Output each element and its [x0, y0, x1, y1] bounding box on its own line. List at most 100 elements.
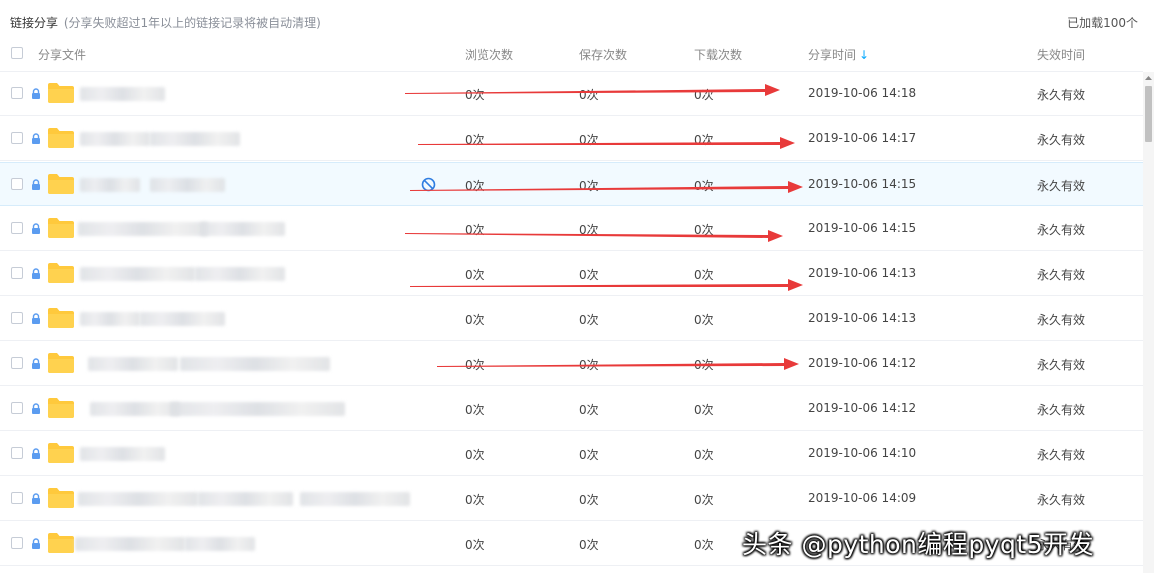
row-checkbox[interactable]: [11, 402, 23, 414]
views-count: 0次: [465, 133, 485, 147]
table-row[interactable]: 0次 0次 0次 2019-10-06 14:13 永久有效: [0, 252, 1143, 296]
views-count: 0次: [465, 538, 485, 552]
share-time: 2019-10-06 14:12: [808, 356, 917, 370]
file-name-redacted[interactable]: [78, 222, 208, 236]
expire-time: 永久有效: [1037, 403, 1086, 417]
downloads-count: 0次: [694, 268, 714, 282]
scroll-up-icon[interactable]: [1143, 72, 1154, 84]
scrollbar-thumb[interactable]: [1145, 86, 1152, 142]
row-checkbox[interactable]: [11, 87, 23, 99]
row-checkbox[interactable]: [11, 178, 23, 190]
page-header: 链接分享 (分享失败超过1年以上的链接记录将被自动清理) 已加载100个: [0, 0, 1154, 40]
saves-count: 0次: [579, 493, 599, 507]
share-time: 2019-10-06 14:15: [808, 177, 917, 191]
saves-count: 0次: [579, 88, 599, 102]
lock-icon: [32, 358, 40, 369]
file-name-redacted[interactable]: [80, 447, 165, 461]
row-checkbox[interactable]: [11, 132, 23, 144]
expire-time: 永久有效: [1037, 223, 1086, 237]
expire-time: 永久有效: [1037, 179, 1086, 193]
row-checkbox[interactable]: [11, 267, 23, 279]
table-row[interactable]: 0次 0次 0次 2019-10-06 14:15 永久有效: [0, 162, 1143, 206]
share-time: 2019-10-06 14:09: [808, 491, 917, 505]
share-time: 2019-10-06 14:13: [808, 311, 917, 325]
file-name-redacted[interactable]: [150, 178, 225, 192]
file-name-redacted[interactable]: [150, 132, 240, 146]
share-time: 2019-10-06 14:17: [808, 131, 917, 145]
page-title: 链接分享 (分享失败超过1年以上的链接记录将被自动清理): [10, 14, 321, 31]
table-row[interactable]: 0次 0次 0次 2019-10-06 14:15 永久有效: [0, 207, 1143, 251]
views-count: 0次: [465, 313, 485, 327]
file-name-redacted[interactable]: [185, 537, 255, 551]
lock-icon: [32, 268, 40, 279]
table-row[interactable]: 0次 0次 0次 2019-10-06 14:18 永久有效: [0, 72, 1143, 116]
views-count: 0次: [465, 448, 485, 462]
lock-icon: [32, 448, 40, 459]
vertical-scrollbar[interactable]: [1143, 72, 1154, 573]
expire-time: 永久有效: [1037, 358, 1086, 372]
file-name-redacted[interactable]: [88, 357, 178, 371]
share-time: 2019-10-06 14:10: [808, 446, 917, 460]
file-name-redacted[interactable]: [300, 492, 410, 506]
file-name-redacted[interactable]: [80, 267, 195, 281]
views-count: 0次: [465, 179, 485, 193]
column-views[interactable]: 浏览次数: [465, 46, 513, 63]
expire-time: 永久有效: [1037, 88, 1086, 102]
column-expire[interactable]: 失效时间: [1037, 46, 1085, 63]
column-saves[interactable]: 保存次数: [579, 46, 627, 63]
file-name-redacted[interactable]: [78, 492, 198, 506]
file-name-redacted[interactable]: [198, 492, 293, 506]
file-name-redacted[interactable]: [195, 267, 285, 281]
expire-time: 永久有效: [1037, 493, 1086, 507]
cancel-share-icon[interactable]: [421, 177, 436, 192]
views-count: 0次: [465, 88, 485, 102]
table-row[interactable]: 0次 0次 0次 2019-10-06 14:09 永久有效: [0, 477, 1143, 521]
file-name-redacted[interactable]: [80, 132, 150, 146]
expire-time: 永久有效: [1037, 313, 1086, 327]
table-row[interactable]: 0次 0次 0次 2019-10-06 14:12 永久有效: [0, 342, 1143, 386]
lock-icon: [32, 223, 40, 234]
column-downloads[interactable]: 下载次数: [694, 46, 742, 63]
table-header: 分享文件 浏览次数 保存次数 下载次数 分享时间 ↓ 失效时间: [0, 40, 1143, 72]
select-all-checkbox[interactable]: [11, 47, 23, 59]
share-time: 2019-10-06 14:15: [808, 221, 917, 235]
downloads-count: 0次: [694, 179, 714, 193]
expire-time: 永久有效: [1037, 133, 1086, 147]
lock-icon: [32, 133, 40, 144]
file-name-redacted[interactable]: [140, 312, 225, 326]
file-name-redacted[interactable]: [80, 178, 140, 192]
row-checkbox[interactable]: [11, 312, 23, 324]
saves-count: 0次: [579, 268, 599, 282]
column-share-time[interactable]: 分享时间 ↓: [808, 46, 869, 63]
file-name-redacted[interactable]: [170, 402, 345, 416]
table-row[interactable]: 0次 0次 0次 2019-10-06 14:12 永久有效: [0, 387, 1143, 431]
row-checkbox[interactable]: [11, 357, 23, 369]
file-name-redacted[interactable]: [75, 537, 185, 551]
folder-icon: [48, 443, 74, 463]
lock-icon: [32, 179, 40, 190]
saves-count: 0次: [579, 223, 599, 237]
downloads-count: 0次: [694, 493, 714, 507]
sort-down-icon[interactable]: ↓: [859, 48, 869, 62]
table-row[interactable]: 0次 0次 0次 2019-10-06 14:13 永久有效: [0, 297, 1143, 341]
table-row[interactable]: 0次 0次 0次 2019-10-06 14:17 永久有效: [0, 117, 1143, 161]
file-name-redacted[interactable]: [80, 87, 165, 101]
expire-time: 永久有效: [1037, 448, 1086, 462]
watermark-text: 头条 @python编程pyqt5开发: [742, 530, 1095, 559]
lock-icon: [32, 88, 40, 99]
lock-icon: [32, 313, 40, 324]
row-checkbox[interactable]: [11, 537, 23, 549]
row-checkbox[interactable]: [11, 492, 23, 504]
row-checkbox[interactable]: [11, 447, 23, 459]
file-name-redacted[interactable]: [90, 402, 180, 416]
row-checkbox[interactable]: [11, 222, 23, 234]
file-name-redacted[interactable]: [80, 312, 140, 326]
table-row[interactable]: 0次 0次 0次 2019-10-06 14:10 永久有效: [0, 432, 1143, 476]
folder-icon: [48, 353, 74, 373]
views-count: 0次: [465, 268, 485, 282]
downloads-count: 0次: [694, 538, 714, 552]
file-name-redacted[interactable]: [200, 222, 285, 236]
file-name-redacted[interactable]: [180, 357, 330, 371]
saves-count: 0次: [579, 133, 599, 147]
share-time: 2019-10-06 14:18: [808, 86, 917, 100]
